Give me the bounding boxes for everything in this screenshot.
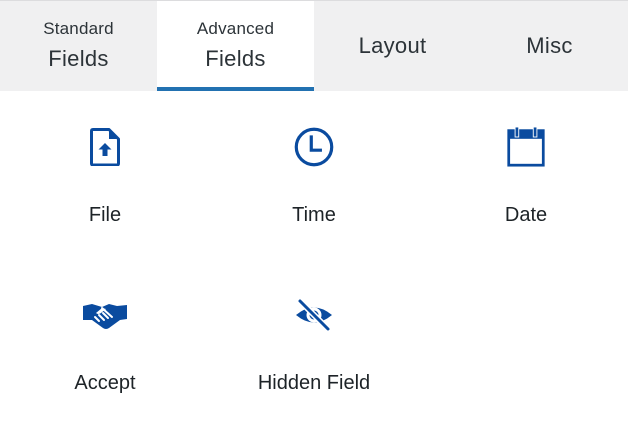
tab-standard-fields[interactable]: Standard Fields <box>0 1 157 91</box>
advanced-fields-grid: File Time Date Accept Hidden Field <box>0 91 628 422</box>
tab-label-line1: Standard <box>43 19 114 38</box>
tab-advanced-fields[interactable]: Advanced Fields <box>157 1 314 91</box>
field-accept[interactable]: Accept <box>0 295 210 445</box>
field-hidden-field[interactable]: Hidden Field <box>209 295 419 445</box>
tab-layout[interactable]: Layout <box>314 1 471 91</box>
handshake-icon <box>79 295 131 335</box>
tab-label-line2: Fields <box>205 46 266 71</box>
field-label: File <box>88 204 122 226</box>
field-label: Time <box>292 204 336 226</box>
tab-misc[interactable]: Misc <box>471 1 628 91</box>
tab-label: Misc <box>526 33 573 58</box>
field-label: Hidden Field <box>257 372 371 394</box>
tab-label-line2: Fields <box>48 46 109 71</box>
field-date[interactable]: Date <box>421 126 628 277</box>
field-label: Date <box>504 204 548 226</box>
field-file[interactable]: File <box>0 127 210 277</box>
eye-slash-icon <box>294 295 334 335</box>
field-label: Accept <box>74 372 136 394</box>
file-upload-icon <box>85 127 125 167</box>
field-time[interactable]: Time <box>209 127 419 277</box>
tab-label: Layout <box>358 33 427 58</box>
calendar-icon <box>506 126 546 167</box>
field-tabs: Standard Fields Advanced Fields Layout M… <box>0 0 628 91</box>
tab-label-line1: Advanced <box>196 19 275 38</box>
clock-icon <box>294 127 334 167</box>
